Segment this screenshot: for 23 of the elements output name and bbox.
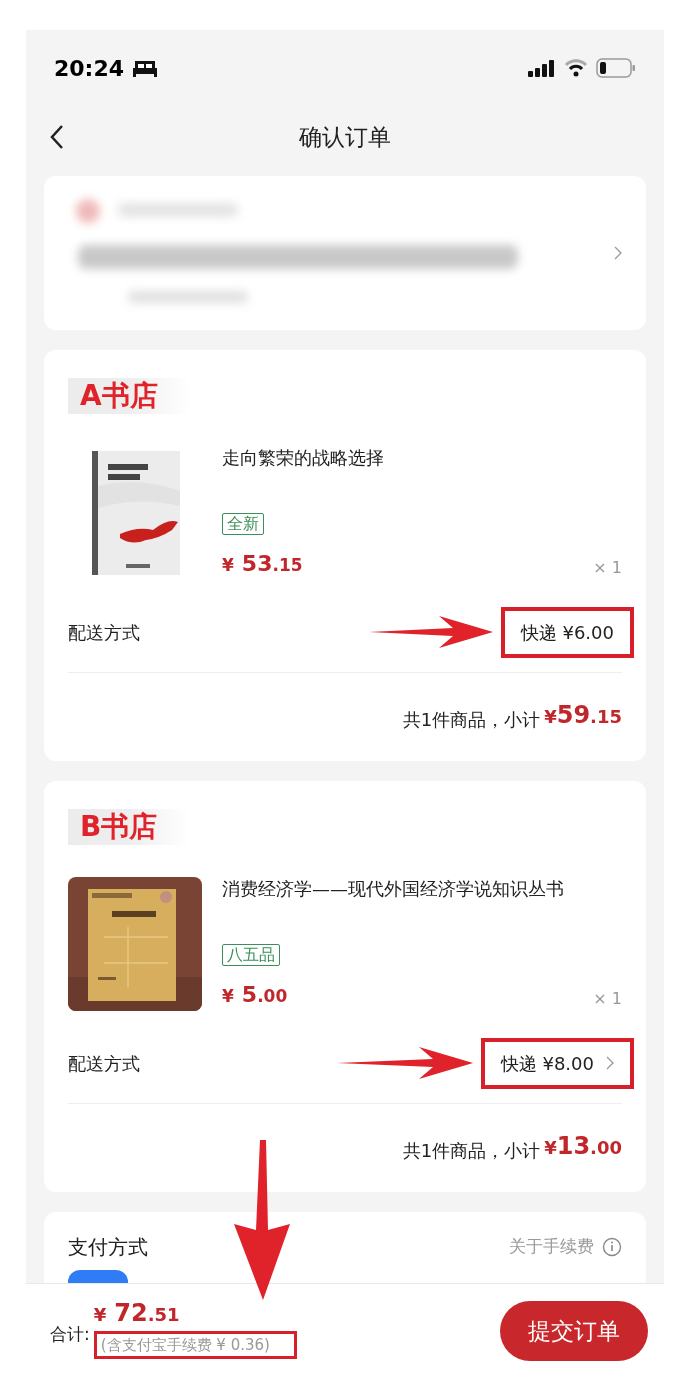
- item-price: ¥ 53.15: [222, 550, 303, 578]
- shipping-option[interactable]: 快递 ¥6.00: [500, 606, 634, 658]
- quantity: × 1: [593, 557, 622, 579]
- shipping-option[interactable]: 快递 ¥8.00: [480, 1037, 634, 1089]
- subtotal: ¥13.00: [544, 1131, 622, 1162]
- status-time: 20:24: [54, 54, 125, 83]
- subtotal: ¥59.15: [544, 700, 622, 731]
- submit-order-button[interactable]: 提交订单: [500, 1301, 648, 1361]
- total-label: 合计:: [50, 1323, 90, 1347]
- item-summary: 共1件商品，小计: [402, 1139, 541, 1163]
- book-title: 走向繁荣的战略选择: [222, 446, 385, 470]
- quantity: × 1: [593, 988, 622, 1010]
- page-title: 确认订单: [299, 122, 391, 152]
- shipping-label: 配送方式: [68, 1051, 140, 1076]
- item-summary: 共1件商品，小计: [402, 708, 541, 732]
- shipping-label: 配送方式: [68, 620, 140, 645]
- item-price: ¥ 5.00: [222, 981, 288, 1009]
- condition-tag: 全新: [222, 513, 264, 535]
- book-title: 消费经济学——现代外国经济学说知识丛书: [222, 877, 565, 901]
- total-price: ¥ 72.51: [93, 1297, 181, 1329]
- condition-tag: 八五品: [222, 944, 280, 966]
- fee-note: (含支付宝手续费 ¥ 0.36): [93, 1330, 297, 1360]
- payment-title: 支付方式: [68, 1234, 148, 1261]
